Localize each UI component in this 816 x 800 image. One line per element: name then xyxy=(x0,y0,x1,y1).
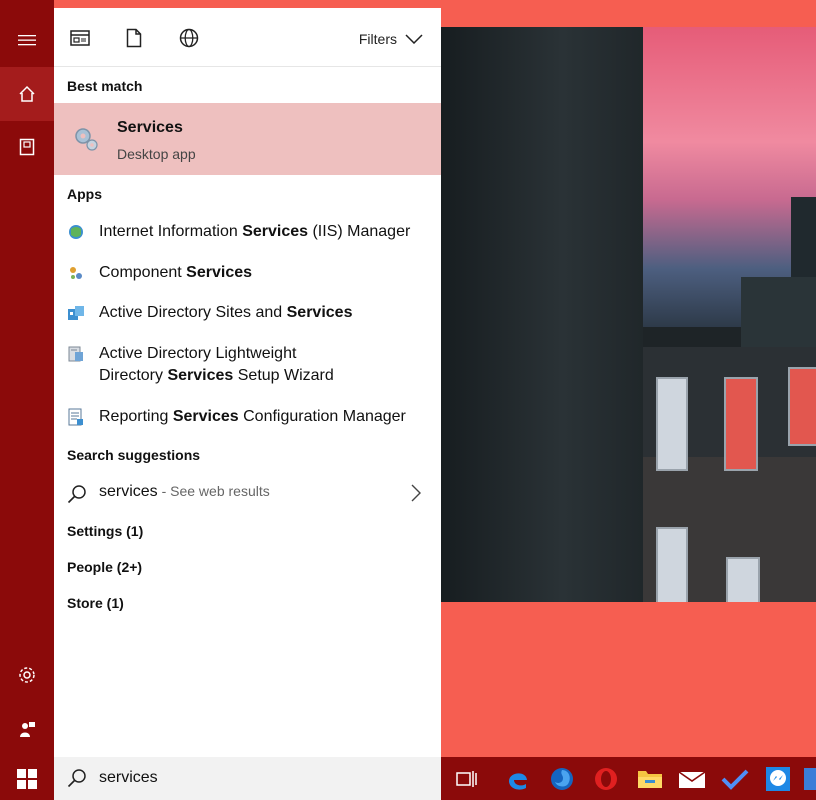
component-services-icon xyxy=(70,267,82,279)
document-icon xyxy=(126,28,142,48)
menu-hamburger-button[interactable] xyxy=(0,13,54,67)
apps-window-icon xyxy=(70,30,90,46)
settings-section-heading[interactable]: Settings (1) xyxy=(67,523,143,539)
app-item-match: Services xyxy=(242,223,309,240)
store-section-heading[interactable]: Store (1) xyxy=(67,595,124,611)
start-left-rail xyxy=(0,0,54,757)
taskbar-messenger[interactable] xyxy=(763,764,793,794)
best-match-subtitle: Desktop app xyxy=(117,146,196,162)
search-icon xyxy=(67,485,86,504)
search-results-panel: Filters Best match Services Desktop app … xyxy=(54,8,441,757)
taskbar-opera[interactable] xyxy=(591,764,621,794)
app-item-text: Configuration Manager xyxy=(238,408,406,425)
suggestion-hint: - See web results xyxy=(157,483,270,499)
web-filter-button[interactable] xyxy=(177,26,201,50)
reporting-services-icon xyxy=(68,408,83,426)
settings-button[interactable] xyxy=(0,648,54,702)
app-item-text: Directory xyxy=(99,367,168,384)
feedback-person-icon xyxy=(20,722,35,737)
people-section-heading[interactable]: People (2+) xyxy=(67,559,142,575)
services-gears-icon xyxy=(75,128,98,151)
edge-browser-icon xyxy=(509,773,527,790)
feedback-button[interactable] xyxy=(0,702,54,756)
search-suggestions-heading: Search suggestions xyxy=(67,447,201,463)
home-icon xyxy=(19,85,35,102)
app-item-text: Setup Wizard xyxy=(233,367,334,384)
app-item-text: Internet Information xyxy=(99,223,243,240)
filters-dropdown[interactable]: Filters xyxy=(359,31,423,47)
chevron-right-icon[interactable] xyxy=(411,484,421,502)
best-match-title: Services xyxy=(117,119,183,136)
app-item-component-services[interactable]: Component Services xyxy=(54,262,441,298)
app-item-ad-lds-wizard[interactable]: Active Directory Lightweight Directory S… xyxy=(54,343,441,393)
apps-heading: Apps xyxy=(67,186,102,202)
apps-filter-button[interactable] xyxy=(68,26,92,50)
chevron-down-icon xyxy=(405,34,423,44)
checkmark-icon xyxy=(721,769,749,790)
notebook-icon xyxy=(19,138,35,156)
search-toolbar: Filters xyxy=(54,8,441,67)
hamburger-icon xyxy=(18,35,36,46)
windows-logo-icon xyxy=(17,768,37,789)
taskbar-firefox[interactable] xyxy=(547,764,577,794)
taskbar-file-explorer[interactable] xyxy=(635,764,665,794)
opera-icon xyxy=(595,768,617,790)
globe-icon xyxy=(179,28,199,48)
notebook-button[interactable] xyxy=(0,120,54,174)
taskbar-overflow-app[interactable] xyxy=(804,764,816,794)
documents-filter-button[interactable] xyxy=(122,26,146,50)
best-match-item-services[interactable]: Services Desktop app xyxy=(54,103,441,175)
taskbar-mail[interactable] xyxy=(677,764,707,794)
wallpaper-photo xyxy=(441,27,816,602)
app-item-match: Services xyxy=(167,367,234,384)
firefox-icon xyxy=(551,768,573,790)
start-button[interactable] xyxy=(0,757,54,800)
ad-sites-icon xyxy=(68,306,84,320)
search-input-value[interactable]: services xyxy=(99,769,158,787)
app-item-text: (IIS) Manager xyxy=(308,223,411,240)
best-match-heading: Best match xyxy=(67,78,143,94)
task-view-button[interactable] xyxy=(452,764,482,794)
app-item-match: Services xyxy=(172,408,239,425)
app-item-iis-manager[interactable]: Internet Information Services (IIS) Mana… xyxy=(54,221,441,257)
search-icon xyxy=(67,769,86,788)
app-item-text: Active Directory Sites and xyxy=(99,304,287,321)
messenger-icon xyxy=(766,767,790,791)
ad-lds-wizard-icon xyxy=(68,346,83,362)
filters-label: Filters xyxy=(358,31,397,47)
app-item-ad-sites[interactable]: Active Directory Sites and Services xyxy=(54,302,441,338)
home-button[interactable] xyxy=(0,67,54,121)
task-view-icon xyxy=(456,771,477,787)
taskbar-todo[interactable] xyxy=(720,764,750,794)
app-item-text: Reporting xyxy=(99,408,173,425)
app-item-match: Services xyxy=(286,304,353,321)
taskbar-edge[interactable] xyxy=(503,764,533,794)
app-item-text: Component xyxy=(99,264,187,281)
suggestion-query: services xyxy=(99,483,158,500)
folder-icon xyxy=(638,771,662,788)
app-item-text: Active Directory Lightweight xyxy=(99,345,297,362)
app-item-match: Services xyxy=(186,264,253,281)
app-item-reporting-services[interactable]: Reporting Services Configuration Manager xyxy=(54,406,441,442)
gear-icon xyxy=(19,667,35,683)
web-suggestion-item[interactable]: services - See web results xyxy=(54,480,441,510)
mail-icon xyxy=(678,771,706,788)
iis-manager-icon xyxy=(69,225,83,239)
search-box[interactable]: services xyxy=(54,757,441,800)
